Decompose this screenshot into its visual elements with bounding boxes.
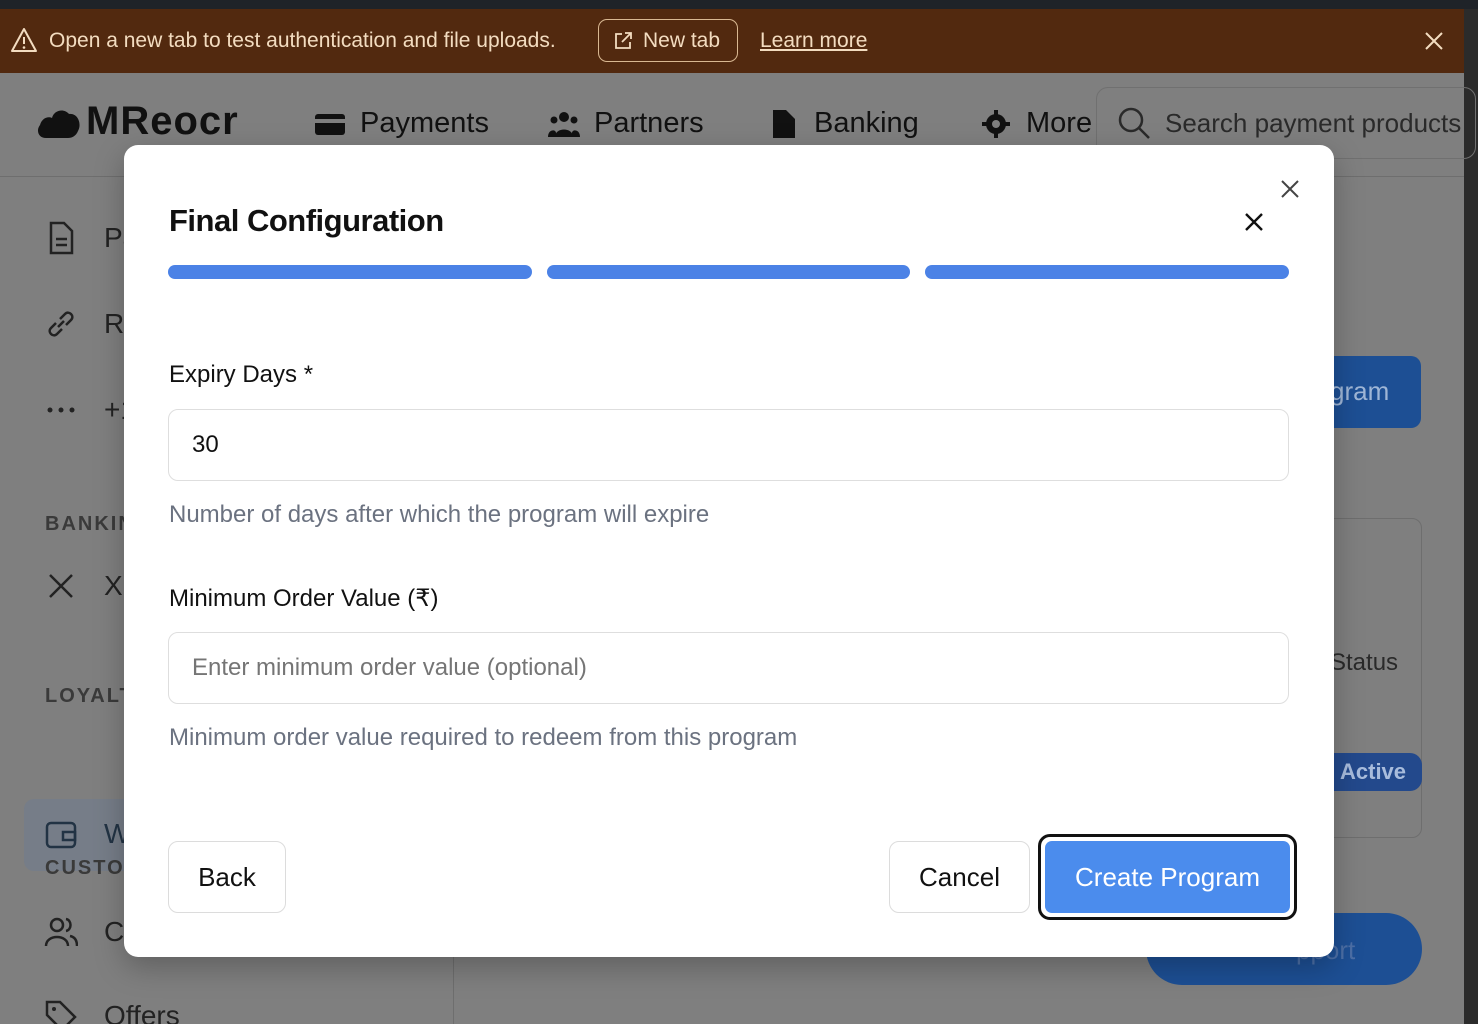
file-icon [49,221,74,255]
back-button[interactable]: Back [168,841,286,913]
document-icon [773,109,795,138]
sidebar-item-c-label: C [104,916,125,947]
nav-payments[interactable]: Payments [314,107,489,140]
cloud-logo-icon [38,110,80,138]
step-progress [168,265,1290,279]
min-order-value-label: Minimum Order Value (₹) [169,585,439,612]
window-edge [1464,9,1478,1024]
link-icon [48,311,74,337]
step-1-indicator [168,265,532,279]
card-icon [315,113,345,135]
final-configuration-dialog: Final Configuration Expiry Days * 30 Num… [124,145,1334,957]
sidebar-heading-customers: CUSTO [45,857,125,879]
sidebar-item-c[interactable]: C [44,915,124,949]
background-active-badge: Active [1320,753,1422,791]
dots-icon [47,407,75,413]
search-placeholder: Search payment products [1165,107,1462,138]
nav-partners-label: Partners [594,107,704,139]
step-2-indicator [546,265,911,279]
nav-partners[interactable]: Partners [548,107,704,140]
gear-icon [982,109,1010,138]
nav-banking[interactable]: Banking [768,107,919,140]
sidebar-item-x[interactable]: X [44,569,123,603]
external-link-icon [615,31,632,49]
expiry-days-input[interactable]: 30 [168,409,1289,481]
close-banner-icon[interactable] [1423,30,1445,52]
tag-icon [45,1000,77,1024]
nav-more-label: More [1026,107,1093,139]
new-tab-button[interactable]: New tab [598,19,738,62]
step-3-indicator [925,265,1290,279]
min-order-value-help: Minimum order value required to redeem f… [169,724,798,751]
nav-payments-label: Payments [360,107,489,139]
expiry-days-help: Number of days after which the program w… [169,501,710,528]
brand-logo[interactable]: MReocr [36,99,239,144]
x-icon [49,574,73,598]
min-order-value-input[interactable]: Enter minimum order value (optional) [168,632,1289,704]
nav-banking-label: Banking [814,107,919,139]
background-status-header: Status [1330,649,1399,676]
sidebar-heading-banking: BANKIN [45,513,135,535]
test-environment-banner: Open a new tab to test authentication an… [0,9,1464,73]
warning-icon [11,28,37,52]
learn-more-link[interactable]: Learn more [760,29,867,53]
users-icon [548,111,580,137]
create-program-button[interactable]: Create Program [1038,834,1297,920]
create-program-label: Create Program [1045,841,1290,913]
min-order-value-placeholder: Enter minimum order value (optional) [192,654,587,681]
close-icon[interactable] [1279,178,1301,200]
wallet-icon [45,821,77,849]
expiry-days-value: 30 [192,431,219,458]
sidebar-item-offers-label: Offers [104,1000,180,1024]
sidebar-heading-loyalty: LOYALT [45,685,134,707]
search-icon [1118,107,1150,139]
brand-name: MReocr [86,99,239,143]
window-top-strip [0,0,1478,9]
sidebar-item-x-label: X [104,570,123,601]
cancel-button[interactable]: Cancel [889,841,1030,913]
nav-more[interactable]: More [980,107,1092,140]
banner-message: Open a new tab to test authentication an… [49,29,556,52]
sidebar-item-more[interactable]: +1 [44,393,136,427]
users-outline-icon [44,917,78,947]
dialog-title: Final Configuration [169,203,444,238]
expiry-days-label: Expiry Days * [169,361,314,388]
sidebar-item-offers[interactable]: Offers [44,999,180,1024]
sidebar-item-w[interactable]: W [44,817,130,851]
new-tab-label: New tab [643,28,721,52]
dialog-close-icon[interactable] [1243,211,1265,233]
